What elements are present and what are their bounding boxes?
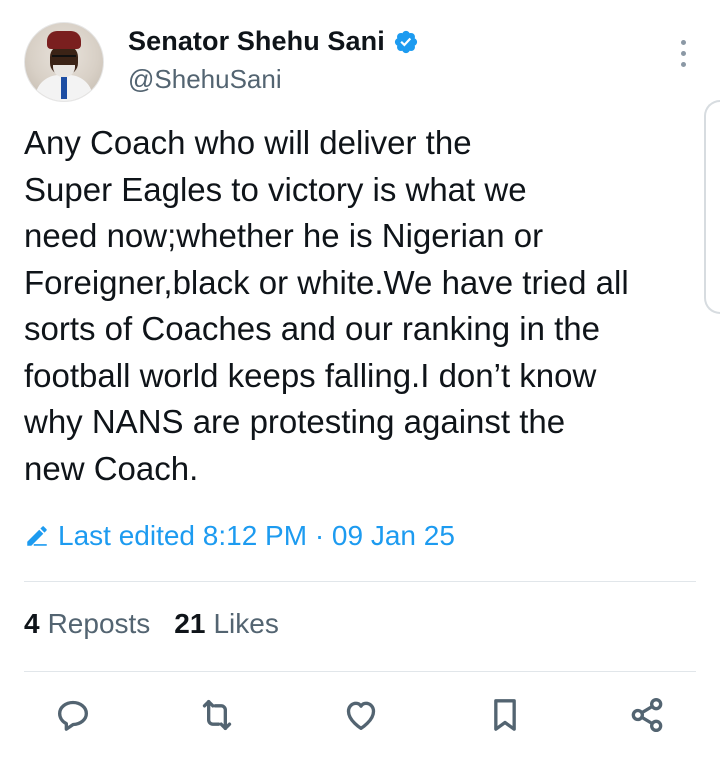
verified-badge-icon: [394, 30, 417, 53]
repost-button[interactable]: [194, 692, 240, 738]
likes-label[interactable]: Likes: [213, 608, 278, 640]
reply-button[interactable]: [50, 692, 96, 738]
divider: [24, 581, 696, 582]
tweet-text: Any Coach who will deliver the Super Eag…: [24, 124, 629, 487]
edited-label: Last edited 8:12 PM · 09 Jan 25: [58, 520, 455, 551]
edited-timestamp[interactable]: Last edited 8:12 PM · 09 Jan 25: [24, 520, 455, 552]
reply-icon: [58, 700, 89, 731]
author-handle[interactable]: @ShehuSani: [128, 64, 282, 95]
action-bar: [24, 692, 696, 752]
avatar[interactable]: [24, 22, 104, 102]
like-button[interactable]: [338, 692, 384, 738]
side-panel-tab[interactable]: [704, 100, 720, 314]
reposts-count[interactable]: 4: [24, 608, 40, 640]
author-name-row[interactable]: Senator Shehu Sani: [128, 26, 419, 57]
heart-icon: [346, 701, 376, 730]
bookmark-button[interactable]: [482, 692, 528, 738]
pencil-icon: [27, 526, 47, 546]
tweet-stats: 4 Reposts 21 Likes: [24, 608, 279, 640]
repost-icon: [202, 700, 232, 730]
reposts-label[interactable]: Reposts: [48, 608, 151, 640]
share-button[interactable]: [624, 692, 670, 738]
divider: [24, 671, 696, 672]
author-name[interactable]: Senator Shehu Sani: [128, 26, 385, 57]
share-icon: [631, 697, 663, 733]
more-vertical-icon[interactable]: [678, 40, 688, 70]
tweet-header: Senator Shehu Sani @ShehuSani: [24, 22, 696, 104]
likes-count[interactable]: 21: [174, 608, 205, 640]
bookmark-icon: [494, 699, 516, 731]
